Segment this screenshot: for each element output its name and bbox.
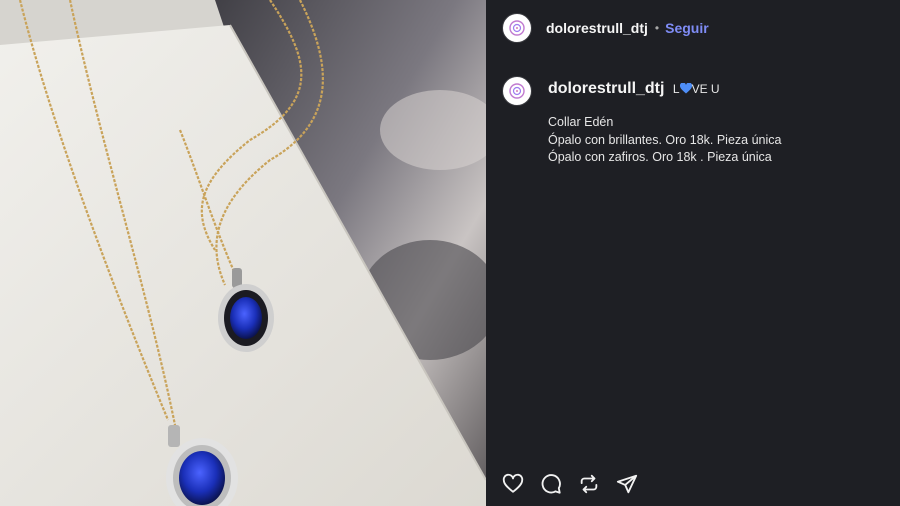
caption-love-text: L VE U (673, 82, 720, 96)
post-actions (502, 472, 638, 496)
post-image[interactable] (0, 0, 486, 506)
like-button[interactable] (502, 473, 524, 495)
caption-line: Ópalo con zafiros. Oro 18k . Pieza única (548, 150, 772, 164)
heart-icon (502, 473, 524, 493)
comment-icon (541, 474, 561, 494)
share-icon (616, 474, 638, 494)
necklace-photo (0, 0, 486, 506)
caption-prefix: L (672, 82, 680, 96)
follow-button[interactable]: Seguir (665, 20, 709, 36)
caption-username[interactable]: dolorestrull_dtj (548, 80, 664, 97)
comment-button[interactable] (540, 473, 562, 495)
post-caption: dolorestrull_dtj L VE U Collar Edén Ópalo… (502, 76, 882, 167)
header-username[interactable]: dolorestrull_dtj (546, 20, 648, 36)
caption-avatar[interactable] (502, 76, 532, 106)
avatar-logo-icon (509, 83, 525, 99)
caption-suffix: VE U (691, 82, 720, 96)
caption-text: Collar Edén Ópalo con brillantes. Oro 18… (548, 114, 781, 167)
heart-emoji-icon (679, 83, 692, 94)
post-side-panel: dolorestrull_dtj • Seguir dolorestrull_d… (486, 0, 900, 506)
post-header: dolorestrull_dtj • Seguir (486, 0, 900, 56)
avatar-logo-icon (509, 20, 525, 36)
avatar[interactable] (502, 13, 532, 43)
repost-button[interactable] (578, 473, 600, 495)
caption-line: Ópalo con brillantes. Oro 18k. Pieza úni… (548, 132, 782, 147)
caption-line: Collar Edén (548, 115, 614, 129)
share-button[interactable] (616, 473, 638, 495)
header-separator: • (654, 21, 660, 35)
repost-icon (580, 474, 598, 494)
